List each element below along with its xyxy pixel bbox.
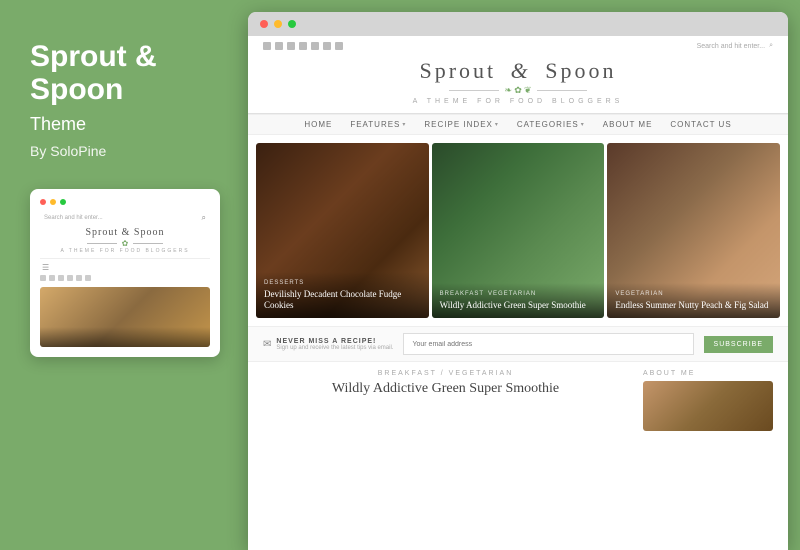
site-search-text: Search and hit enter... <box>697 43 766 50</box>
mobile-search-bar: Search and hit enter... ⌕ <box>40 213 210 223</box>
mobile-social-icon-5 <box>76 275 82 281</box>
website-content: Search and hit enter... ⌕ Sprout & Spoon… <box>248 36 788 550</box>
card-overlay-1: DESSERTS Devilishly Decadent Chocolate F… <box>256 272 429 318</box>
site-social-icon-6 <box>323 42 331 50</box>
mobile-social-icon-1 <box>40 275 46 281</box>
about-image <box>643 381 773 431</box>
bottom-sidebar: ABOUT ME <box>643 370 773 542</box>
card-tags-3: VEGETARIAN <box>615 291 772 297</box>
mobile-logo-decoration: ✿ <box>40 239 210 248</box>
site-top-bar: Search and hit enter... ⌕ <box>263 42 773 50</box>
mobile-dot-yellow <box>50 199 56 205</box>
card-title-2: Wildly Addictive Green Super Smoothie <box>440 300 597 312</box>
card-tag-vegetarian: VEGETARIAN <box>488 291 536 297</box>
mobile-social-icon-3 <box>58 275 64 281</box>
site-search-area[interactable]: Search and hit enter... ⌕ <box>697 42 773 50</box>
site-logo-decoration: ❧ ✿ ❦ <box>263 85 773 96</box>
site-bottom: BREAKFAST / VEGETARIAN Wildly Addictive … <box>248 362 788 550</box>
mobile-social-icon-6 <box>85 275 91 281</box>
nav-item-categories[interactable]: CATEGORIES ▾ <box>517 120 585 129</box>
mobile-logo: Sprout & Spoon ✿ A THEME FOR FOOD BLOGGE… <box>40 227 210 254</box>
card-overlay-2: BREAKFAST VEGETARIAN Wildly Addictive Gr… <box>432 283 605 318</box>
left-panel: Sprout & Spoon Theme By SoloPine Search … <box>0 0 248 550</box>
subscribe-bar: ✉ NEVER MISS A RECIPE! Sign up and recei… <box>248 326 788 362</box>
nav-item-features[interactable]: FEATURES ▾ <box>350 120 406 129</box>
about-label: ABOUT ME <box>643 370 773 377</box>
theme-by: By SoloPine <box>30 143 218 159</box>
site-social-icon-7 <box>335 42 343 50</box>
bottom-main: BREAKFAST / VEGETARIAN Wildly Addictive … <box>263 370 628 542</box>
mobile-search-text: Search and hit enter... <box>44 215 103 221</box>
mobile-image-placeholder <box>40 287 210 347</box>
site-leaves-icon: ❧ ✿ ❦ <box>504 85 531 96</box>
nav-arrow-recipe: ▾ <box>495 121 499 128</box>
browser-dot-red <box>260 20 268 28</box>
post-title-main[interactable]: Wildly Addictive Green Super Smoothie <box>263 381 628 397</box>
browser-window: Search and hit enter... ⌕ Sprout & Spoon… <box>248 12 788 550</box>
post-category: BREAKFAST / VEGETARIAN <box>263 370 628 377</box>
subscribe-email-input[interactable] <box>403 333 693 355</box>
subscribe-title: NEVER MISS A RECIPE! <box>276 338 393 345</box>
nav-item-contact[interactable]: CONTACT US <box>670 120 731 129</box>
mobile-social-icons <box>40 275 210 281</box>
subscribe-button[interactable]: SUBSCRIBE <box>704 336 773 353</box>
subscribe-desc: Sign up and receive the latest tips via … <box>276 345 393 351</box>
theme-subtitle: Theme <box>30 114 218 135</box>
site-logo-ampersand: & <box>511 58 531 83</box>
nav-item-about[interactable]: ABOUT ME <box>603 120 653 129</box>
nav-arrow-features: ▾ <box>402 121 406 128</box>
featured-card-1[interactable]: DESSERTS Devilishly Decadent Chocolate F… <box>256 143 429 318</box>
site-social-icon-3 <box>287 42 295 50</box>
site-logo-area: Sprout & Spoon ❧ ✿ ❦ A THEME FOR FOOD BL… <box>263 54 773 109</box>
mobile-divider <box>40 258 210 259</box>
mobile-nav-icon: ☰ <box>40 263 210 272</box>
site-logo-sub: A THEME FOR FOOD BLOGGERS <box>263 98 773 105</box>
nav-item-recipe-index[interactable]: RECIPE INDEX ▾ <box>424 120 498 129</box>
card-tags-1: DESSERTS <box>264 280 421 286</box>
mobile-social-icon-4 <box>67 275 73 281</box>
subscribe-left: ✉ NEVER MISS A RECIPE! Sign up and recei… <box>263 338 393 351</box>
site-nav: HOME FEATURES ▾ RECIPE INDEX ▾ CATEGORIE… <box>248 114 788 135</box>
site-social-icon-5 <box>311 42 319 50</box>
mobile-dot-green <box>60 199 66 205</box>
envelope-icon: ✉ <box>263 339 271 350</box>
card-tag-desserts: DESSERTS <box>264 280 304 286</box>
browser-bar <box>248 12 788 36</box>
browser-dot-green <box>288 20 296 28</box>
card-tag-veg: VEGETARIAN <box>615 291 663 297</box>
mobile-search-icon: ⌕ <box>202 213 206 223</box>
site-search-icon[interactable]: ⌕ <box>769 42 773 50</box>
card-title-1: Devilishly Decadent Chocolate Fudge Cook… <box>264 289 421 312</box>
site-header: Search and hit enter... ⌕ Sprout & Spoon… <box>248 36 788 114</box>
mobile-social-icon-2 <box>49 275 55 281</box>
mobile-window-dots <box>40 199 210 205</box>
card-title-3: Endless Summer Nutty Peach & Fig Salad <box>615 300 772 312</box>
site-social-icon-1 <box>263 42 271 50</box>
site-logo-main: Sprout & Spoon <box>263 58 773 84</box>
card-tags-2: BREAKFAST VEGETARIAN <box>440 291 597 297</box>
browser-dot-yellow <box>274 20 282 28</box>
site-social-icon-4 <box>299 42 307 50</box>
mobile-logo-text: Sprout & Spoon <box>40 227 210 238</box>
featured-card-3[interactable]: VEGETARIAN Endless Summer Nutty Peach & … <box>607 143 780 318</box>
theme-title: Sprout & Spoon <box>30 40 218 106</box>
subscribe-text-group: NEVER MISS A RECIPE! Sign up and receive… <box>276 338 393 351</box>
mobile-preview: Search and hit enter... ⌕ Sprout & Spoon… <box>30 189 220 357</box>
card-tag-breakfast: BREAKFAST <box>440 291 484 297</box>
nav-item-home[interactable]: HOME <box>304 120 332 129</box>
mobile-image-overlay <box>40 327 210 347</box>
site-social-icon-2 <box>275 42 283 50</box>
featured-card-2[interactable]: BREAKFAST VEGETARIAN Wildly Addictive Gr… <box>432 143 605 318</box>
nav-arrow-categories: ▾ <box>581 121 585 128</box>
mobile-dot-red <box>40 199 46 205</box>
mobile-logo-subtitle: A THEME FOR FOOD BLOGGERS <box>40 248 210 254</box>
site-social-icons <box>263 42 343 50</box>
card-overlay-3: VEGETARIAN Endless Summer Nutty Peach & … <box>607 283 780 318</box>
mobile-leaves-icon: ✿ <box>122 239 129 248</box>
featured-grid: DESSERTS Devilishly Decadent Chocolate F… <box>248 135 788 326</box>
